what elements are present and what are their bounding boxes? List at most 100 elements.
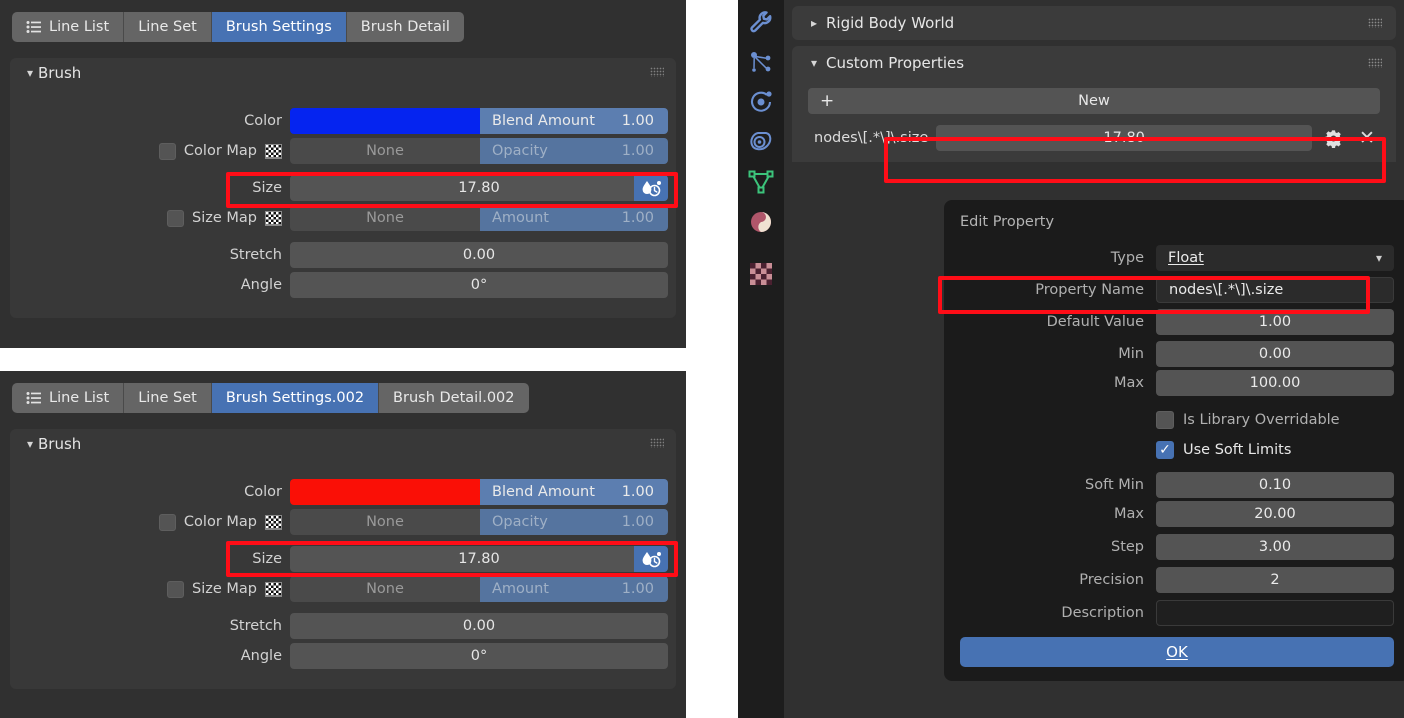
property-name-input[interactable]: nodes\[.*\]\.size bbox=[1156, 277, 1394, 303]
min-input[interactable]: 0.00 bbox=[1156, 341, 1394, 367]
texture-icon[interactable] bbox=[747, 260, 775, 288]
soft-min-input[interactable]: 0.10 bbox=[1156, 472, 1394, 498]
color-map-label: Color Map bbox=[183, 514, 257, 530]
material-icon[interactable] bbox=[747, 208, 775, 236]
panel-grip-icon[interactable] bbox=[1368, 58, 1382, 68]
color-map-value-bottom[interactable]: None bbox=[290, 509, 480, 535]
panel-grip-icon[interactable] bbox=[650, 438, 664, 448]
brush-section-header-bottom[interactable]: ▾ Brush bbox=[10, 429, 676, 459]
custom-properties-header[interactable]: ▾ Custom Properties bbox=[792, 46, 1396, 80]
field-default-value: Default Value 1.00 bbox=[960, 308, 1394, 336]
opacity-field-bottom[interactable]: Opacity 1.00 bbox=[480, 509, 668, 535]
custom-property-value[interactable]: 17.80 bbox=[936, 125, 1312, 151]
soft-max-input[interactable]: 20.00 bbox=[1156, 501, 1394, 527]
custom-property-name[interactable]: nodes\[.*\]\.size bbox=[808, 130, 928, 146]
close-icon[interactable]: ✕ bbox=[1354, 127, 1380, 149]
tab-brush-settings-top[interactable]: Brush Settings bbox=[211, 12, 347, 42]
object-constraint-icon[interactable] bbox=[747, 128, 775, 156]
angle-field-bottom[interactable]: 0° bbox=[290, 643, 668, 669]
texture-checker-icon[interactable] bbox=[265, 514, 282, 530]
row-stretch-bottom: Stretch 0.00 bbox=[10, 613, 676, 639]
tab-line-set-top[interactable]: Line Set bbox=[124, 12, 212, 42]
stretch-label: Stretch bbox=[229, 618, 282, 634]
property-name-label: Property Name bbox=[1035, 282, 1144, 298]
precision-label: Precision bbox=[1079, 572, 1144, 588]
texture-checker-icon[interactable] bbox=[265, 210, 282, 226]
properties-editor: ▸ Rigid Body World ▾ Custom Properties +… bbox=[738, 0, 1404, 718]
texture-checker-icon[interactable] bbox=[265, 143, 282, 159]
row-color-top: Color Blend Amount 1.00 bbox=[10, 108, 676, 134]
step-input[interactable]: 3.00 bbox=[1156, 534, 1394, 560]
checkbox-is-library-overridable[interactable]: Is Library Overridable bbox=[960, 405, 1394, 435]
texture-checker-icon[interactable] bbox=[265, 581, 282, 597]
soft-max-label: Max bbox=[1114, 506, 1144, 522]
size-map-checkbox-bottom[interactable] bbox=[167, 580, 185, 598]
tab-line-set-bottom[interactable]: Line Set bbox=[124, 383, 212, 413]
panel-grip-icon[interactable] bbox=[650, 67, 664, 77]
stretch-field-top[interactable]: 0.00 bbox=[290, 242, 668, 268]
size-map-value-bottom[interactable]: None bbox=[290, 576, 480, 602]
row-angle-bottom: Angle 0° bbox=[10, 643, 676, 669]
blend-amount-field-bottom[interactable]: Blend Amount 1.00 bbox=[480, 479, 668, 505]
animate-property-icon[interactable] bbox=[634, 175, 668, 201]
amount-value: 1.00 bbox=[621, 581, 654, 597]
tab-label: Line Set bbox=[138, 19, 197, 35]
blend-amount-field-top[interactable]: Blend Amount 1.00 bbox=[480, 108, 668, 134]
tab-brush-detail-002[interactable]: Brush Detail.002 bbox=[379, 383, 528, 413]
physics-icon[interactable] bbox=[747, 88, 775, 116]
panel-grip-icon[interactable] bbox=[1368, 18, 1382, 28]
precision-input[interactable]: 2 bbox=[1156, 567, 1394, 593]
new-custom-property-button[interactable]: + New bbox=[808, 88, 1380, 114]
stretch-field-bottom[interactable]: 0.00 bbox=[290, 613, 668, 639]
ok-button[interactable]: OK bbox=[960, 637, 1394, 667]
field-max: Max 100.00 bbox=[960, 369, 1394, 397]
type-dropdown[interactable]: Float ▾ bbox=[1156, 245, 1394, 271]
color-swatch-top[interactable] bbox=[290, 108, 480, 134]
tab-label: Brush Settings bbox=[225, 19, 332, 35]
particles-icon[interactable] bbox=[747, 48, 775, 76]
size-field-bottom[interactable]: 17.80 bbox=[290, 546, 668, 572]
color-map-checkbox-top[interactable] bbox=[158, 142, 176, 160]
angle-field-top[interactable]: 0° bbox=[290, 272, 668, 298]
checkbox-box-checked[interactable]: ✓ bbox=[1156, 441, 1174, 459]
chevron-down-icon: ▾ bbox=[26, 66, 34, 80]
brush-section-header-top[interactable]: ▾ Brush bbox=[10, 58, 676, 88]
opacity-label: Opacity bbox=[492, 143, 548, 159]
tab-label: Line Set bbox=[138, 390, 197, 406]
field-step: Step 3.00 bbox=[960, 533, 1394, 561]
color-swatch-bottom[interactable] bbox=[290, 479, 480, 505]
field-type: Type Float ▾ bbox=[960, 244, 1394, 272]
description-input[interactable] bbox=[1156, 600, 1394, 626]
amount-field-bottom[interactable]: Amount 1.00 bbox=[480, 576, 668, 602]
color-label: Color bbox=[244, 113, 282, 129]
size-map-value-top[interactable]: None bbox=[290, 205, 480, 231]
custom-properties-panel: ▾ Custom Properties + New nodes\[.*\]\.s… bbox=[792, 46, 1396, 162]
checkbox-box[interactable] bbox=[1156, 411, 1174, 429]
wrench-icon[interactable] bbox=[747, 8, 775, 36]
max-input[interactable]: 100.00 bbox=[1156, 370, 1394, 396]
tab-line-list-top[interactable]: Line List bbox=[12, 12, 125, 42]
size-map-checkbox-top[interactable] bbox=[167, 209, 185, 227]
max-label: Max bbox=[1114, 375, 1144, 391]
size-map-label: Size Map bbox=[192, 581, 257, 597]
color-map-checkbox-bottom[interactable] bbox=[158, 513, 176, 531]
tab-line-list-bottom[interactable]: Line List bbox=[12, 383, 125, 413]
checkbox-use-soft-limits[interactable]: ✓ Use Soft Limits bbox=[960, 435, 1394, 465]
animate-property-icon[interactable] bbox=[634, 546, 668, 572]
opacity-field-top[interactable]: Opacity 1.00 bbox=[480, 138, 668, 164]
tab-brush-detail-top[interactable]: Brush Detail bbox=[347, 12, 464, 42]
blend-amount-label: Blend Amount bbox=[492, 113, 595, 129]
gear-icon[interactable] bbox=[1320, 129, 1346, 148]
panel-separator-vertical bbox=[716, 0, 738, 718]
rigid-body-world-header[interactable]: ▸ Rigid Body World bbox=[792, 6, 1396, 40]
size-field-top[interactable]: 17.80 bbox=[290, 175, 668, 201]
description-label: Description bbox=[1061, 605, 1144, 621]
checkbox-label: Use Soft Limits bbox=[1183, 442, 1292, 458]
tab-label: Line List bbox=[49, 19, 110, 35]
default-value-input[interactable]: 1.00 bbox=[1156, 309, 1394, 335]
tab-brush-settings-002[interactable]: Brush Settings.002 bbox=[211, 383, 380, 413]
edit-property-title: Edit Property bbox=[960, 214, 1055, 230]
amount-field-top[interactable]: Amount 1.00 bbox=[480, 205, 668, 231]
object-data-icon[interactable] bbox=[747, 168, 775, 196]
color-map-value-top[interactable]: None bbox=[290, 138, 480, 164]
